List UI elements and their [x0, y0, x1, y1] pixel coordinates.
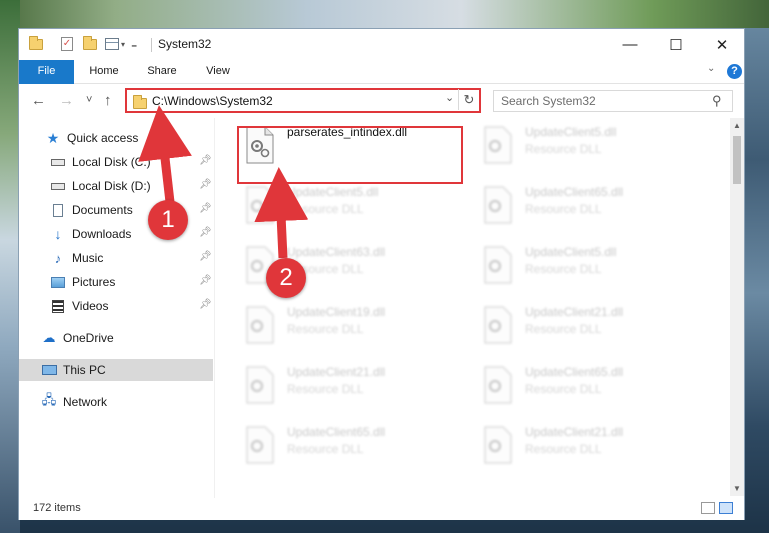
- step-2-badge: 2: [266, 258, 306, 298]
- annotation-arrows: [138, 105, 309, 259]
- arrow-to-file: [254, 167, 309, 259]
- arrow-to-address-bar: [138, 105, 192, 203]
- step-1-badge: 1: [148, 200, 188, 240]
